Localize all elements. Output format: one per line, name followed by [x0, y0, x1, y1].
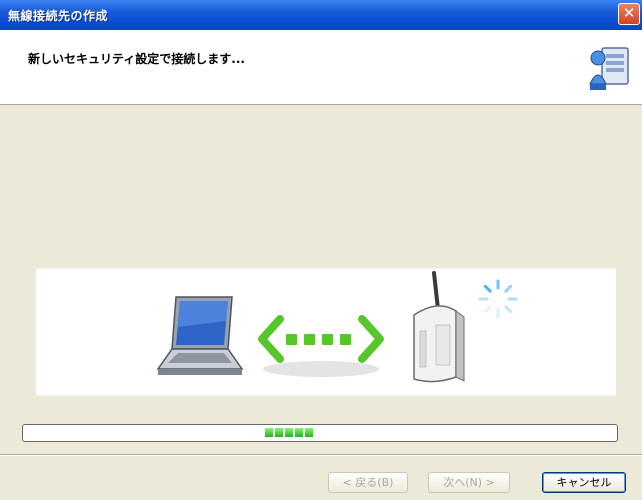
header-message: 新しいセキュリティ設定で接続します...: [28, 52, 245, 66]
router-icon: [413, 271, 465, 383]
progress-bar: [22, 424, 618, 442]
loading-spinner-icon: [478, 279, 518, 319]
cancel-button[interactable]: キャンセル: [542, 472, 626, 493]
divider: [0, 454, 642, 456]
window-title: 無線接続先の作成: [8, 9, 109, 23]
back-button[interactable]: < 戻る(B): [328, 472, 408, 493]
connection-arrows-icon: [258, 315, 384, 377]
connection-animation: [36, 268, 616, 396]
title-bar[interactable]: 無線接続先の作成 ✕: [0, 0, 642, 31]
network-wizard-icon: [589, 47, 629, 90]
close-button[interactable]: ✕: [618, 3, 640, 25]
next-button[interactable]: 次へ(N) >: [428, 472, 510, 493]
progress-fill: [265, 428, 313, 437]
laptop-icon: [156, 296, 244, 375]
wizard-header: 新しいセキュリティ設定で接続します...: [0, 30, 642, 105]
wizard-window: 無線接続先の作成 ✕ 新しいセキュリティ設定で接続します... < 戻る(B) …: [0, 0, 642, 500]
